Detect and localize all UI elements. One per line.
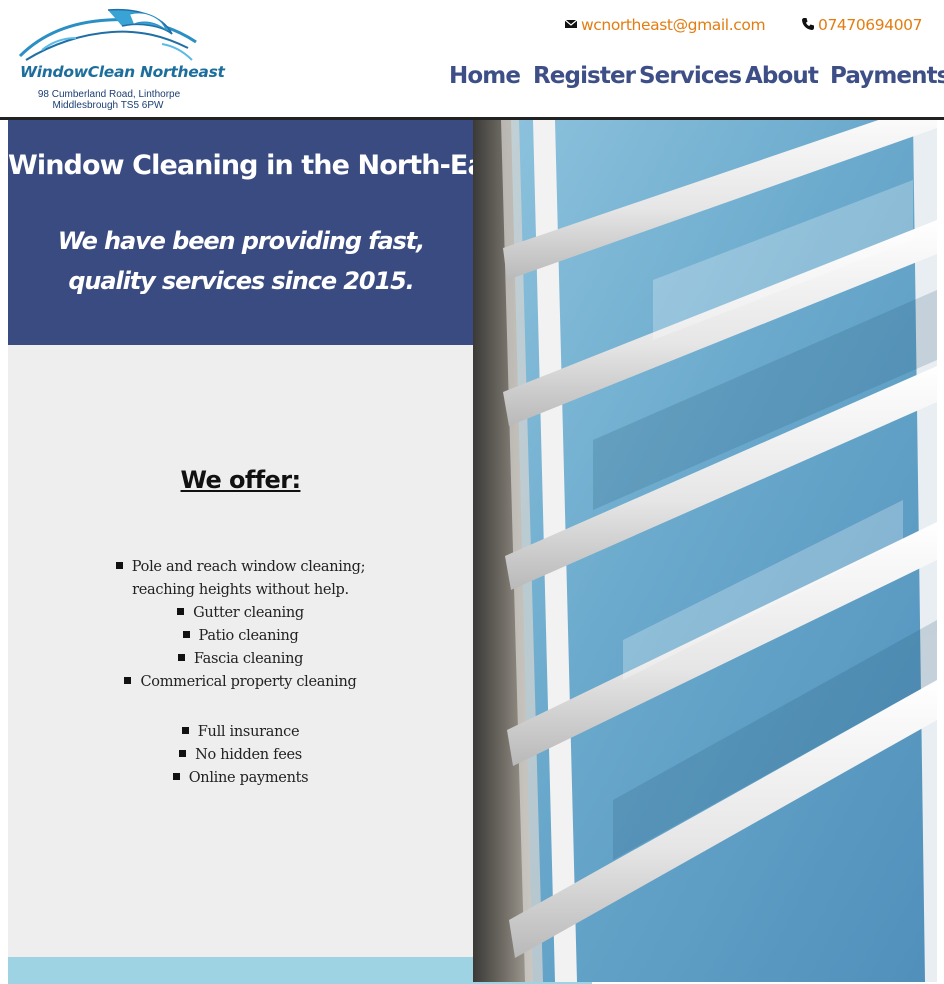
nav-about[interactable]: About xyxy=(745,63,819,97)
wave-logo-icon xyxy=(18,8,197,61)
offers-list: Pole and reach window cleaning; reaching… xyxy=(8,556,473,790)
list-item: Pole and reach window cleaning; xyxy=(8,556,473,579)
benefit-label: No hidden fees xyxy=(195,747,302,763)
brand-address-line-2: Middlesbrough TS5 6PW xyxy=(52,100,164,111)
list-item: Online payments xyxy=(8,767,473,790)
list-item: Full insurance xyxy=(8,721,473,744)
list-item: No hidden fees xyxy=(8,744,473,767)
bullet-icon xyxy=(181,727,189,734)
conservatory-roof-glass-photo xyxy=(473,120,937,982)
nav-register[interactable]: Register xyxy=(533,63,636,97)
footer-band xyxy=(8,957,473,984)
service-label: Commerical property cleaning xyxy=(140,674,357,690)
list-item: Gutter cleaning xyxy=(8,602,473,625)
contact-phone-text: 07470694007 xyxy=(818,16,923,34)
conservatory-roof-photo xyxy=(473,120,937,982)
benefit-label: Online payments xyxy=(188,770,309,786)
nav-payments[interactable]: Payments xyxy=(830,63,944,97)
list-spacer xyxy=(8,694,473,721)
contact-email-text: wcnortheast@gmail.com xyxy=(581,16,766,34)
service-label: Fascia cleaning xyxy=(193,651,304,667)
list-item: Patio cleaning xyxy=(8,625,473,648)
bullet-icon xyxy=(177,608,185,615)
service-continuation: reaching heights without help. xyxy=(132,582,349,598)
service-label: Gutter cleaning xyxy=(193,605,304,621)
list-item: Commerical property cleaning xyxy=(8,671,473,694)
nav-home[interactable]: Home xyxy=(449,63,521,97)
contact-email-link[interactable]: wcnortheast@gmail.com xyxy=(563,16,766,34)
nav-services[interactable]: Services xyxy=(639,63,742,97)
bullet-icon xyxy=(179,750,187,757)
phone-icon xyxy=(802,18,814,30)
site-logo[interactable]: WindowClean Northeast 98 Cumberland Road… xyxy=(6,4,225,112)
service-label: Pole and reach window cleaning; xyxy=(131,559,366,575)
brand-address-line-1: 98 Cumberland Road, Linthorpe xyxy=(37,89,181,100)
hero-subtitle: We have been providing fast, quality ser… xyxy=(57,227,426,295)
bullet-icon xyxy=(177,654,185,661)
bullet-icon xyxy=(115,562,123,569)
brand-name: WindowClean Northeast xyxy=(20,63,225,81)
contact-phone-link[interactable]: 07470694007 xyxy=(800,16,922,34)
benefit-label: Full insurance xyxy=(197,724,300,740)
offers-heading: We offer: xyxy=(180,466,302,494)
bullet-icon xyxy=(182,631,190,638)
bullet-icon xyxy=(172,773,180,780)
list-item: Fascia cleaning xyxy=(8,648,473,671)
service-label: Patio cleaning xyxy=(198,628,299,644)
hero-title: Window Cleaning in the North-East xyxy=(8,150,513,181)
envelope-icon xyxy=(564,19,578,28)
bullet-icon xyxy=(124,677,132,684)
